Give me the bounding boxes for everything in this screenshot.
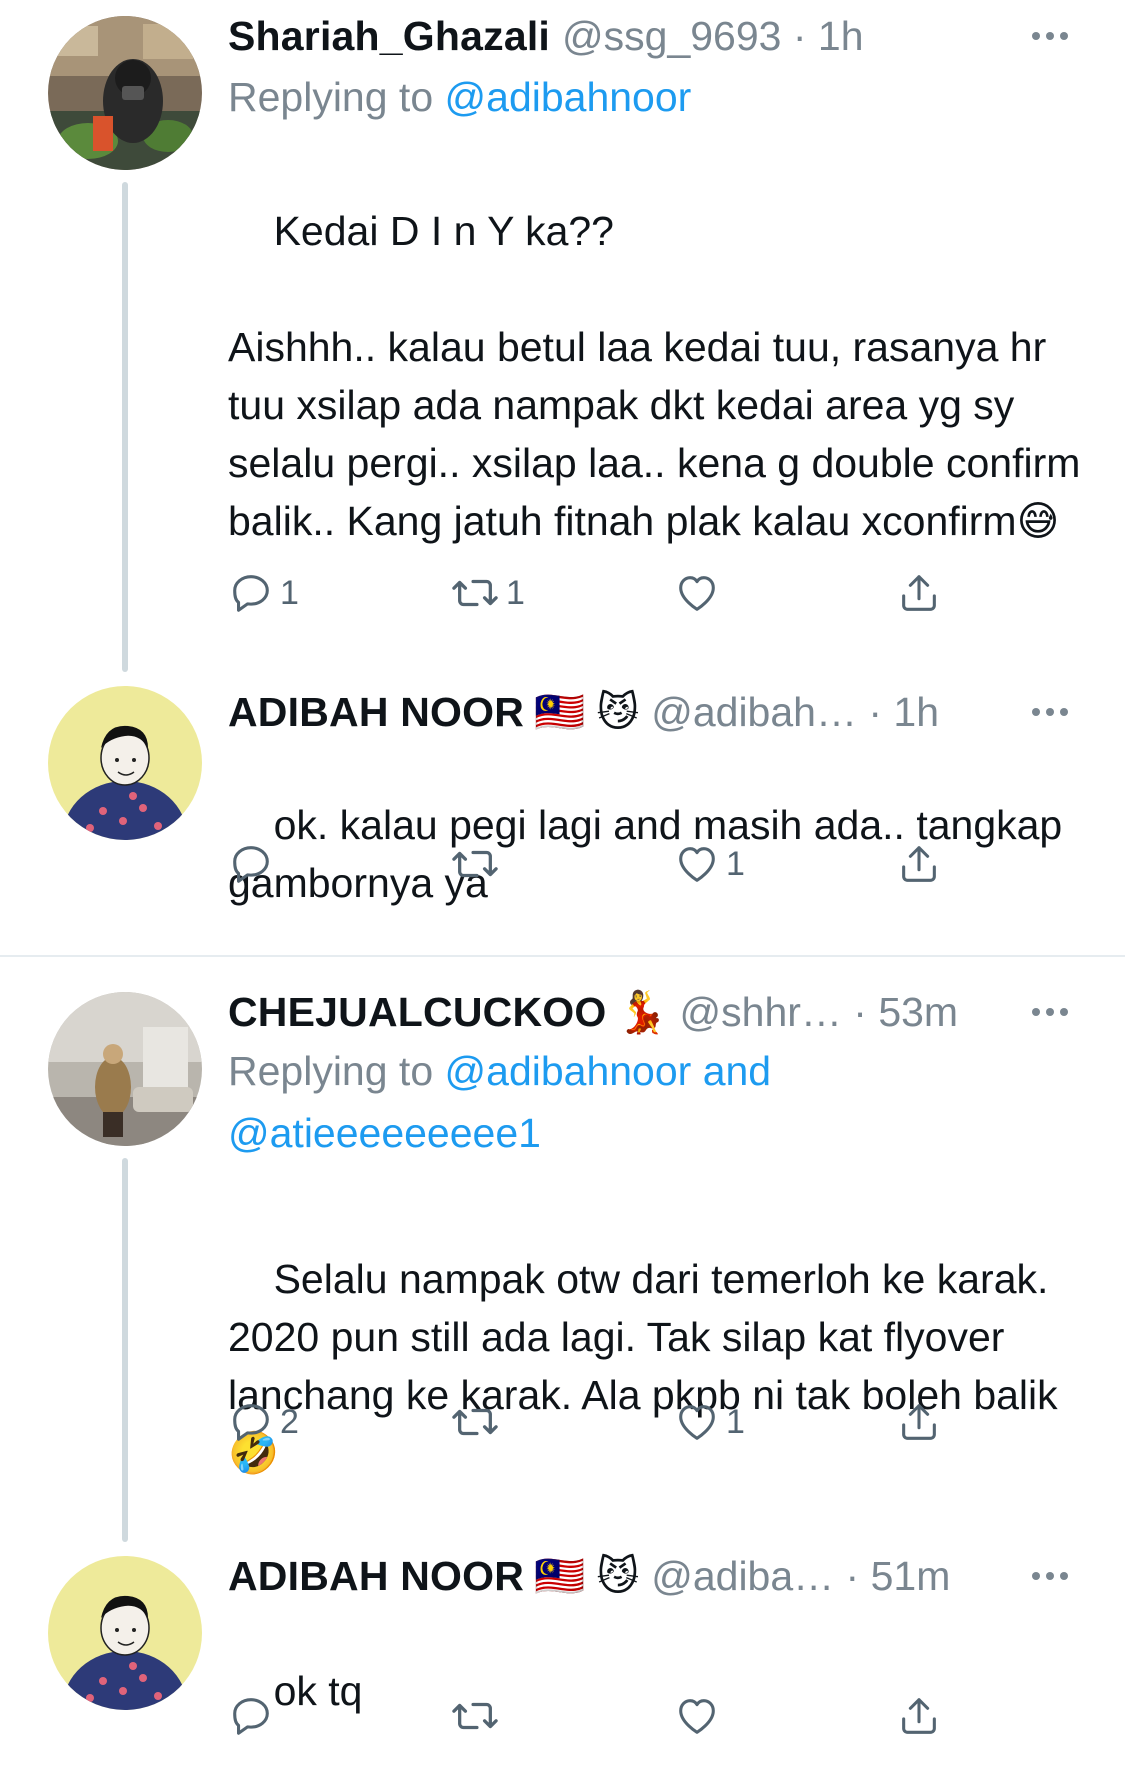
tweet-4[interactable]: ADIBAH NOOR 🇲🇾 😼 @adiba… · 51m ok tq	[0, 1542, 1125, 1759]
author-name[interactable]: Shariah_Ghazali	[228, 8, 550, 64]
avatar-adibah-noor[interactable]	[48, 686, 202, 840]
divider	[0, 955, 1125, 957]
handle-and-time[interactable]: @adibah… · 1h	[651, 684, 939, 740]
reply-button[interactable]: 2	[228, 1392, 299, 1452]
heart-icon	[679, 847, 715, 882]
share-button[interactable]	[896, 1392, 942, 1452]
reply-icon	[233, 575, 269, 612]
author-name[interactable]: ADIBAH NOOR	[228, 1548, 524, 1604]
share-button[interactable]	[896, 1686, 942, 1746]
handle-and-time[interactable]: @ssg_9693 · 1h	[562, 8, 863, 64]
more-options-icon[interactable]	[1025, 1548, 1075, 1604]
tweet-actions: 2 1	[228, 1392, 988, 1452]
like-count: 1	[726, 844, 745, 883]
more-options-icon[interactable]	[1025, 8, 1075, 64]
avatar-illustration-icon	[48, 686, 202, 840]
retweet-button[interactable]	[450, 1686, 506, 1746]
share-icon	[902, 1698, 936, 1734]
like-count: 1	[726, 1402, 745, 1441]
share-icon	[902, 846, 936, 882]
like-button[interactable]	[674, 563, 726, 623]
tweet-actions	[228, 1686, 988, 1746]
tweet-3[interactable]: CHEJUALCUCKOO 💃 @shhr… · 53m Replying to…	[0, 958, 1125, 1542]
tweet-actions: 1	[228, 834, 988, 894]
more-options-icon[interactable]	[1025, 684, 1075, 740]
handle-and-time[interactable]: @adiba… · 51m	[651, 1548, 950, 1604]
like-button[interactable]	[674, 1686, 726, 1746]
tweet-text: Selalu nampak otw dari temerloh ke karak…	[228, 1192, 1088, 1540]
avatar-illustration-icon	[48, 1556, 202, 1710]
more-options-icon[interactable]	[1025, 984, 1075, 1040]
heart-icon	[679, 576, 715, 611]
handle-and-time[interactable]: @shhr… · 53m	[680, 984, 959, 1040]
author-name[interactable]: CHEJUALCUCKOO	[228, 984, 606, 1040]
reply-icon	[233, 1404, 269, 1441]
tweet-2[interactable]: ADIBAH NOOR 🇲🇾 😼 @adibah… · 1h ok. kalau…	[0, 672, 1125, 952]
avatar-chejualcuckoo[interactable]	[48, 992, 202, 1146]
replying-to-label: Replying to	[228, 1048, 445, 1094]
name-emoji: 🇲🇾 😼	[534, 1553, 640, 1599]
share-icon	[902, 1404, 936, 1440]
tweet-header: ADIBAH NOOR 🇲🇾 😼 @adibah… · 1h	[228, 684, 1085, 740]
reply-count: 2	[280, 1402, 299, 1441]
retweet-icon	[452, 579, 498, 607]
retweet-button[interactable]	[450, 1392, 506, 1452]
mention-link[interactable]: @adibahnoor	[445, 74, 692, 120]
avatar-adibah-noor[interactable]	[48, 1556, 202, 1710]
share-button[interactable]	[896, 834, 942, 894]
like-button[interactable]: 1	[674, 834, 745, 894]
retweet-button[interactable]: 1	[450, 563, 525, 623]
name-emoji: 🇲🇾 😼	[534, 689, 640, 735]
tweet-header: Shariah_Ghazali @ssg_9693 · 1h	[228, 8, 1085, 64]
retweet-icon	[452, 1702, 498, 1730]
tweet-header: ADIBAH NOOR 🇲🇾 😼 @adiba… · 51m	[228, 1548, 1085, 1604]
share-icon	[902, 575, 936, 611]
retweet-icon	[452, 1408, 498, 1436]
reply-count: 1	[280, 573, 299, 612]
replying-to: Replying to @adibahnoor	[228, 68, 691, 126]
thread-line	[122, 182, 128, 672]
grin-sweat-emoji-icon: 😅	[1016, 498, 1060, 544]
replying-to: Replying to @adibahnoor and @atieeeeeeee…	[228, 1040, 828, 1164]
tweet-actions: 1 1	[228, 563, 988, 623]
tweet-1[interactable]: Shariah_Ghazali @ssg_9693 · 1h Replying …	[0, 0, 1125, 672]
reply-button[interactable]: 1	[228, 563, 299, 623]
tweet-text: Kedai D I n Y ka?? Aishhh.. kalau betul …	[228, 144, 1088, 608]
retweet-count: 1	[506, 573, 525, 612]
reply-button[interactable]	[228, 1686, 280, 1746]
tweet-header: CHEJUALCUCKOO 💃 @shhr… · 53m	[228, 984, 1085, 1040]
retweet-icon	[452, 850, 498, 878]
avatar-photo-icon	[48, 16, 202, 170]
reply-icon	[233, 1698, 269, 1735]
avatar-shariah-ghazali[interactable]	[48, 16, 202, 170]
thread-line	[122, 1158, 128, 1542]
replying-to-label: Replying to	[228, 74, 445, 120]
name-emoji: 💃	[616, 989, 668, 1035]
reply-icon	[233, 846, 269, 883]
retweet-button[interactable]	[450, 834, 506, 894]
tweet-text-content: Kedai D I n Y ka?? Aishhh.. kalau betul …	[228, 208, 1081, 544]
like-button[interactable]: 1	[674, 1392, 745, 1452]
share-button[interactable]	[896, 563, 942, 623]
avatar-photo-icon	[48, 992, 202, 1146]
reply-button[interactable]	[228, 834, 280, 894]
heart-icon	[679, 1699, 715, 1734]
author-name[interactable]: ADIBAH NOOR	[228, 684, 524, 740]
heart-icon	[679, 1405, 715, 1440]
